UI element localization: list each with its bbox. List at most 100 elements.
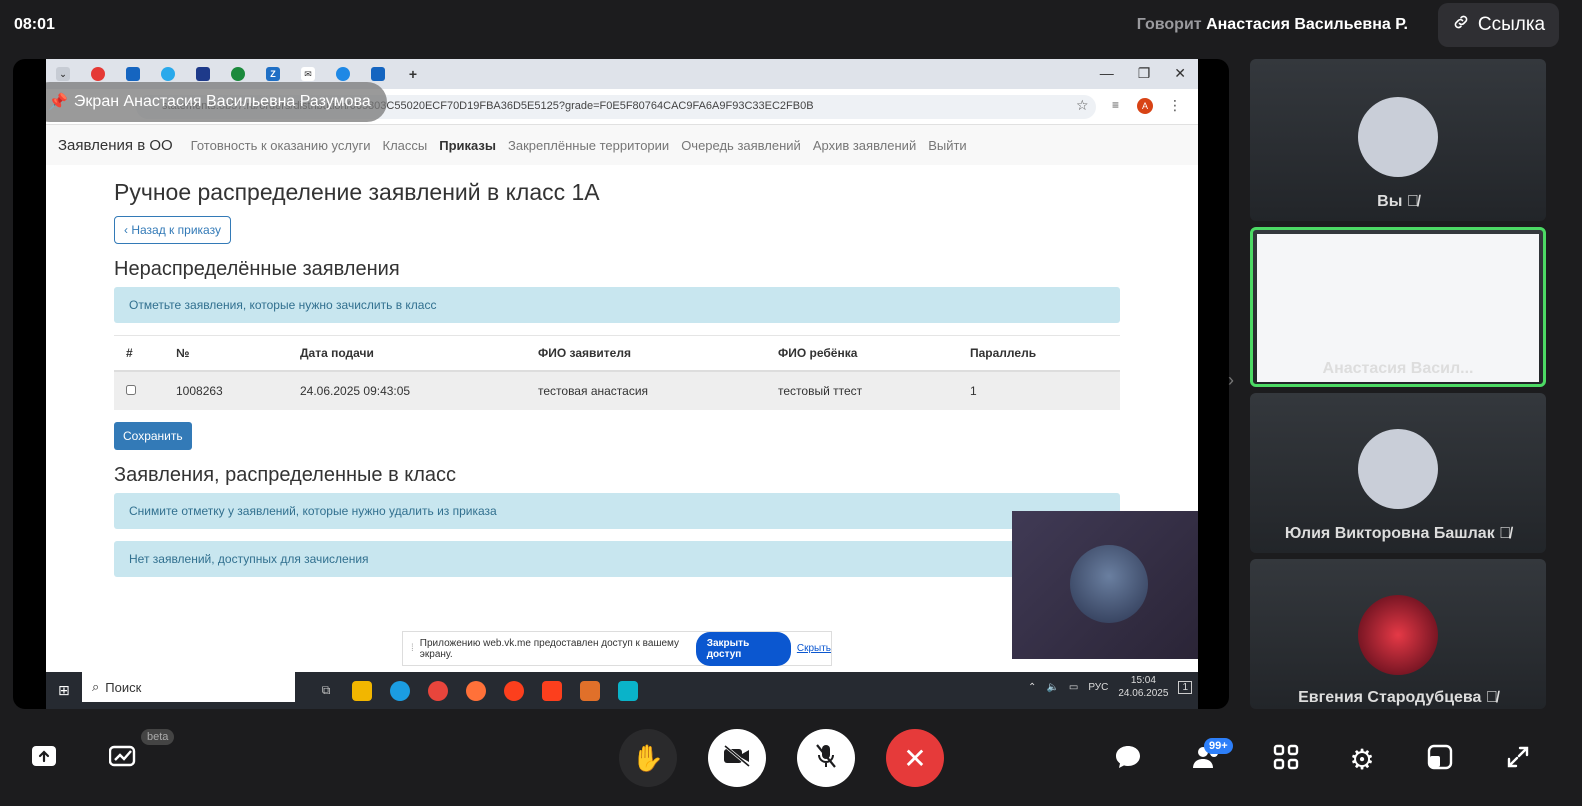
chevron-right-icon[interactable]: › (1228, 370, 1234, 391)
participant-tile-yulia[interactable]: Юлия Викторовна Башлак 🎙̸ (1250, 393, 1546, 553)
nav-item-classes[interactable]: Классы (383, 138, 428, 153)
mic-toggle-button[interactable] (797, 729, 855, 787)
taskbar-search[interactable]: ⌕ Поиск (82, 672, 295, 702)
whiteboard-button[interactable] (106, 742, 140, 774)
mic-off-icon (813, 742, 839, 775)
app-icon[interactable] (580, 680, 601, 701)
participant-tile-you[interactable]: Вы 🎙̸ (1250, 59, 1546, 221)
upload-icon (31, 745, 57, 772)
tab-icon-telegram[interactable] (161, 67, 175, 81)
participant-tile-evgenia[interactable]: Евгения Стародубцева 🎙̸ (1250, 559, 1546, 709)
chat-icon (1114, 744, 1142, 775)
participant-photo (1070, 545, 1148, 623)
edge-icon[interactable] (390, 680, 411, 701)
window-controls: — ❐ ✕ (1100, 65, 1186, 82)
tab-icon-doc[interactable] (196, 67, 210, 81)
cell-applicant: тестовая анастасия (526, 371, 766, 410)
explorer-icon[interactable] (352, 680, 373, 701)
link-label: Ссылка (1477, 14, 1546, 35)
stop-sharing-button[interactable]: Закрыть доступ (695, 631, 791, 666)
col-header-check: # (114, 335, 164, 372)
firefox-icon[interactable] (466, 680, 487, 701)
notifications-icon[interactable]: 1 (1178, 680, 1192, 694)
nav-item-territories[interactable]: Закреплённые территории (508, 138, 669, 153)
speaker-name: Анастасия Васильевна Р. (1206, 16, 1408, 33)
start-icon[interactable]: ⊞ (58, 682, 70, 699)
nav-item-readiness[interactable]: Готовность к оказанию услуги (191, 138, 371, 153)
raise-hand-button[interactable]: ✋ (619, 729, 677, 787)
tab-icon-z[interactable]: Z (266, 67, 280, 81)
volume-icon[interactable]: 🔈 (1046, 682, 1058, 693)
back-to-order-button[interactable]: ‹ Назад к приказу (114, 216, 231, 244)
layout-grid-button[interactable] (1270, 743, 1302, 775)
screen-share-label: 📌 Экран Анастасия Васильевна Разумова (46, 82, 387, 122)
tab-icon-active[interactable]: ✉ (301, 67, 315, 81)
unassigned-section-title: Нераспределённые заявления (114, 258, 400, 280)
nav-item-logout[interactable]: Выйти (928, 138, 967, 153)
tray-clock[interactable]: 15:04 24.06.2025 (1118, 674, 1168, 700)
page-content: Ручное распределение заявлений в класс 1… (114, 165, 1120, 577)
page-title: Ручное распределение заявлений в класс 1… (114, 179, 600, 205)
close-window-icon[interactable]: ✕ (1174, 65, 1186, 82)
chrome-icon[interactable] (428, 680, 449, 701)
site-brand[interactable]: Заявления в ОО (58, 137, 173, 154)
tab-icon-app[interactable] (126, 67, 140, 81)
camera-toggle-button[interactable] (708, 729, 766, 787)
mic-off-icon: 🎙̸ (1406, 193, 1419, 210)
share-notice-text: Приложению web.vk.me предоставлен доступ… (419, 637, 680, 660)
tray-lang[interactable]: РУС (1088, 682, 1108, 693)
end-call-button[interactable]: ✕ (886, 729, 944, 787)
vk-app-icon[interactable] (618, 680, 639, 701)
tray-time: 15:04 (1130, 675, 1156, 686)
screen-share-notice: ⁞ Приложению web.vk.me предоставлен дост… (402, 631, 832, 666)
tray-date: 24.06.2025 (1118, 688, 1169, 699)
settings-button[interactable]: ⚙ (1346, 743, 1378, 775)
link-button[interactable]: Ссылка (1438, 3, 1559, 47)
tab-icon-people[interactable] (371, 67, 385, 81)
shared-screen-stage[interactable]: ⌄ Z ✉ + — ❐ ✕ statements.ob57.ru/orders/… (13, 59, 1229, 709)
battery-icon[interactable]: ▭ (1069, 682, 1078, 693)
profile-avatar[interactable]: A (1137, 98, 1153, 114)
minimize-icon[interactable]: — (1100, 65, 1114, 82)
taskbar-search-label: Поиск (105, 679, 142, 695)
tab-icon-mail[interactable] (336, 67, 350, 81)
grid-icon (1273, 744, 1299, 775)
save-button[interactable]: Сохранить (114, 422, 192, 450)
tray-expand-icon[interactable]: ⌃ (1028, 682, 1036, 693)
participant-name-text: Анастасия Васил... (1322, 360, 1474, 377)
participant-name: Юлия Викторовна Башлак 🎙̸ (1250, 525, 1546, 543)
yandex-icon[interactable] (542, 680, 563, 701)
bookmark-star-icon[interactable]: ☆ (1076, 97, 1089, 114)
col-header-grade: Параллель (958, 335, 1120, 372)
nav-item-orders[interactable]: Приказы (439, 138, 496, 153)
row-checkbox[interactable] (126, 385, 136, 395)
tab-icon-green[interactable] (231, 67, 245, 81)
hide-notice-link[interactable]: Скрыть (797, 643, 831, 654)
tab-icon-record[interactable] (91, 67, 105, 81)
maximize-icon[interactable]: ❐ (1138, 65, 1151, 82)
chat-button[interactable] (1112, 743, 1144, 775)
picture-in-picture-button[interactable] (1424, 743, 1456, 775)
clock: 08:01 (14, 16, 55, 33)
participant-name-text: Евгения Стародубцева (1298, 689, 1482, 706)
gear-icon: ⚙ (1349, 743, 1375, 775)
speaker-prefix: Говорит (1136, 16, 1202, 33)
share-screen-button[interactable] (28, 742, 60, 774)
participant-tile-speaker[interactable]: Анастасия Васил... (1250, 227, 1546, 387)
nav-item-archive[interactable]: Архив заявлений (813, 138, 916, 153)
pip-icon (1427, 744, 1453, 775)
browser-menu-icon[interactable]: ⋮ (1168, 97, 1182, 114)
chevron-left-icon: ‹ (124, 223, 128, 237)
camera-off-icon (722, 744, 752, 773)
yandex-browser-icon[interactable] (504, 680, 525, 701)
back-label: Назад к приказу (131, 223, 221, 237)
media-icon[interactable]: ≡ (1112, 98, 1119, 112)
expand-icon (1506, 745, 1530, 774)
tab-menu-icon[interactable]: ⌄ (56, 67, 70, 81)
task-view-icon[interactable]: ⧉ (322, 683, 331, 698)
fullscreen-button[interactable] (1502, 743, 1534, 775)
nav-item-queue[interactable]: Очередь заявлений (681, 138, 801, 153)
drag-handle-icon[interactable]: ⁞ (411, 643, 414, 654)
beta-badge: beta (141, 729, 175, 745)
new-tab-icon[interactable]: + (406, 66, 420, 82)
